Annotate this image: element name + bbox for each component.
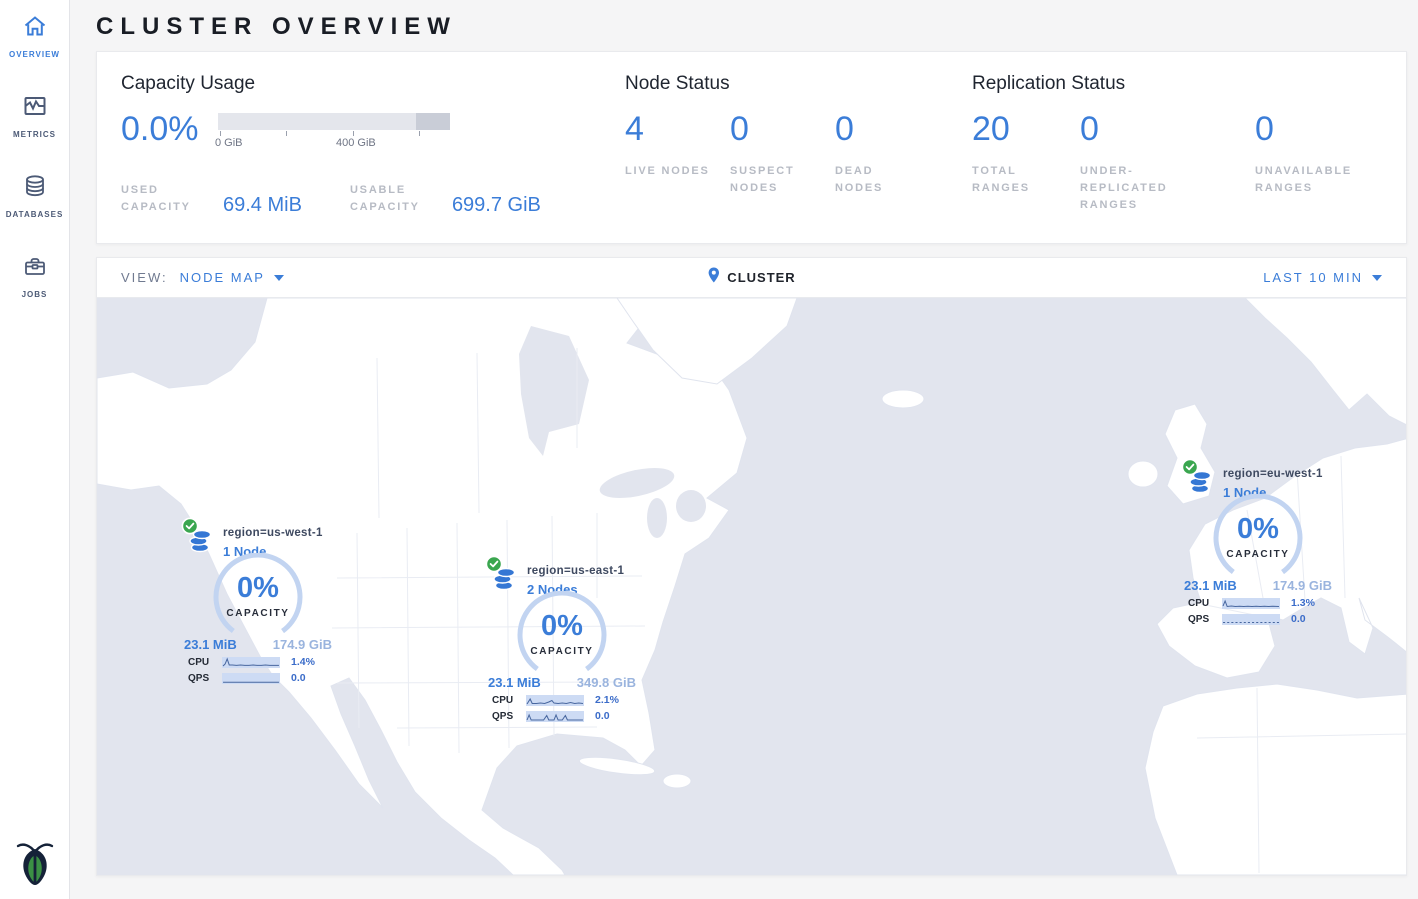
live-nodes-value: 4 bbox=[625, 111, 716, 147]
node-total-capacity: 349.8 GiB bbox=[577, 675, 636, 690]
used-capacity-label: USED CAPACITY bbox=[121, 182, 209, 216]
node-marker-eu-west-1[interactable]: region=eu-west-1 1 Node 0% CAPACITY 23.1… bbox=[1181, 458, 1335, 625]
total-ranges-value: 20 bbox=[972, 111, 1066, 147]
page-title: CLUSTER OVERVIEW bbox=[96, 13, 1407, 41]
gauge-label: CAPACITY bbox=[1206, 549, 1310, 560]
suspect-nodes-value: 0 bbox=[730, 111, 821, 147]
view-selector[interactable]: NODE MAP bbox=[180, 270, 284, 285]
node-map: region=us-west-1 1 Node 0% CAPACITY 23.1… bbox=[97, 298, 1406, 875]
usable-capacity-label: USABLE CAPACITY bbox=[350, 182, 438, 216]
healthy-check-icon bbox=[1181, 458, 1199, 481]
node-region-label: region=eu-west-1 bbox=[1223, 468, 1323, 480]
usable-capacity-value: 699.7 GiB bbox=[452, 195, 541, 216]
sidebar-label-jobs: JOBS bbox=[22, 290, 48, 299]
axis-tick-0gib: 0 GiB bbox=[215, 137, 243, 149]
node-total-capacity: 174.9 GiB bbox=[273, 637, 332, 652]
main-content: CLUSTER OVERVIEW Capacity Usage 0.0% bbox=[70, 0, 1418, 899]
dead-nodes-value: 0 bbox=[835, 111, 926, 147]
capacity-axis-ticks bbox=[218, 130, 450, 137]
capacity-gauge: 0% CAPACITY bbox=[1206, 494, 1310, 578]
map-breadcrumb: CLUSTER bbox=[707, 267, 795, 288]
home-icon bbox=[22, 13, 48, 44]
sidebar-item-metrics[interactable]: METRICS bbox=[0, 80, 70, 160]
map-pin-icon bbox=[707, 267, 719, 288]
qps-label: QPS bbox=[492, 711, 521, 722]
node-used-capacity: 23.1 MiB bbox=[488, 675, 541, 690]
sidebar-label-overview: OVERVIEW bbox=[9, 50, 60, 59]
cpu-value: 2.1% bbox=[595, 694, 619, 706]
sidebar-item-jobs[interactable]: JOBS bbox=[0, 240, 70, 320]
cpu-value: 1.3% bbox=[1291, 597, 1315, 609]
total-ranges-label: TOTAL RANGES bbox=[972, 163, 1066, 197]
dead-nodes-label: DEAD NODES bbox=[835, 163, 926, 197]
node-total-capacity: 174.9 GiB bbox=[1273, 578, 1332, 593]
node-marker-us-west-1[interactable]: region=us-west-1 1 Node 0% CAPACITY 23.1… bbox=[181, 517, 335, 684]
sidebar: OVERVIEW METRICS DATABASES bbox=[0, 0, 70, 899]
cpu-label: CPU bbox=[188, 657, 217, 668]
map-toolbar: VIEW: NODE MAP CLUSTER LAST 10 MIN bbox=[97, 258, 1406, 298]
gauge-label: CAPACITY bbox=[206, 608, 310, 619]
capacity-bar-other-segment bbox=[416, 113, 450, 130]
node-status-section: Node Status 4 LIVE NODES 0 SUSPECT NODES… bbox=[625, 73, 972, 243]
cpu-sparkline bbox=[1222, 598, 1280, 609]
breadcrumb-cluster: CLUSTER bbox=[727, 270, 795, 285]
briefcase-icon bbox=[22, 253, 48, 284]
gauge-percent: 0% bbox=[206, 572, 310, 605]
gauge-percent: 0% bbox=[510, 610, 614, 643]
unavailable-ranges-value: 0 bbox=[1255, 111, 1385, 147]
capacity-usage-title: Capacity Usage bbox=[121, 73, 625, 95]
qps-label: QPS bbox=[1188, 614, 1217, 625]
qps-value: 0.0 bbox=[595, 710, 610, 722]
node-used-capacity: 23.1 MiB bbox=[1184, 578, 1237, 593]
used-capacity-value: 69.4 MiB bbox=[223, 195, 302, 216]
node-status-title: Node Status bbox=[625, 73, 972, 95]
qps-sparkline bbox=[1222, 614, 1280, 625]
capacity-gauge: 0% CAPACITY bbox=[206, 553, 310, 637]
cpu-sparkline bbox=[526, 695, 584, 706]
qps-value: 0.0 bbox=[1291, 613, 1306, 625]
chevron-down-icon bbox=[1372, 275, 1382, 281]
node-region-label: region=us-west-1 bbox=[223, 527, 323, 539]
node-marker-us-east-1[interactable]: region=us-east-1 2 Nodes 0% CAPACITY 23.… bbox=[485, 555, 639, 722]
cpu-value: 1.4% bbox=[291, 656, 315, 668]
app-window: OVERVIEW METRICS DATABASES bbox=[0, 0, 1418, 899]
under-replicated-ranges-label: UNDER-REPLICATED RANGES bbox=[1080, 163, 1210, 214]
capacity-gauge: 0% CAPACITY bbox=[510, 591, 614, 675]
sidebar-label-metrics: METRICS bbox=[13, 130, 56, 139]
cockroachdb-logo bbox=[15, 840, 55, 891]
sidebar-label-databases: DATABASES bbox=[6, 210, 64, 219]
database-icon bbox=[22, 173, 48, 204]
sidebar-item-databases[interactable]: DATABASES bbox=[0, 160, 70, 240]
node-region-label: region=us-east-1 bbox=[527, 565, 624, 577]
live-nodes-label: LIVE NODES bbox=[625, 163, 716, 180]
unavailable-ranges-label: UNAVAILABLE RANGES bbox=[1255, 163, 1385, 197]
time-range-selector[interactable]: LAST 10 MIN bbox=[1263, 270, 1382, 285]
chevron-down-icon bbox=[274, 275, 284, 281]
cpu-label: CPU bbox=[492, 695, 521, 706]
healthy-check-icon bbox=[181, 517, 199, 540]
cpu-sparkline bbox=[222, 657, 280, 668]
healthy-check-icon bbox=[485, 555, 503, 578]
gauge-label: CAPACITY bbox=[510, 646, 614, 657]
qps-label: QPS bbox=[188, 673, 217, 684]
axis-tick-400gib: 400 GiB bbox=[336, 137, 376, 149]
qps-sparkline bbox=[222, 673, 280, 684]
node-used-capacity: 23.1 MiB bbox=[184, 637, 237, 652]
node-map-card: VIEW: NODE MAP CLUSTER LAST 10 MIN bbox=[96, 257, 1407, 876]
capacity-usage-section: Capacity Usage 0.0% 0 GiB 400 bbox=[97, 73, 625, 243]
capacity-percent: 0.0% bbox=[121, 111, 218, 173]
qps-value: 0.0 bbox=[291, 672, 306, 684]
capacity-bar: 0 GiB 400 GiB bbox=[218, 113, 450, 173]
cluster-summary-card: Capacity Usage 0.0% 0 GiB 400 bbox=[96, 51, 1407, 244]
cpu-label: CPU bbox=[1188, 598, 1217, 609]
qps-sparkline bbox=[526, 711, 584, 722]
replication-status-title: Replication Status bbox=[972, 73, 1406, 95]
view-label: VIEW: bbox=[121, 270, 168, 285]
metrics-icon bbox=[22, 93, 48, 124]
under-replicated-ranges-value: 0 bbox=[1080, 111, 1241, 147]
suspect-nodes-label: SUSPECT NODES bbox=[730, 163, 821, 197]
sidebar-item-overview[interactable]: OVERVIEW bbox=[0, 0, 70, 80]
gauge-percent: 0% bbox=[1206, 513, 1310, 546]
replication-status-section: Replication Status 20 TOTAL RANGES 0 UND… bbox=[972, 73, 1406, 243]
